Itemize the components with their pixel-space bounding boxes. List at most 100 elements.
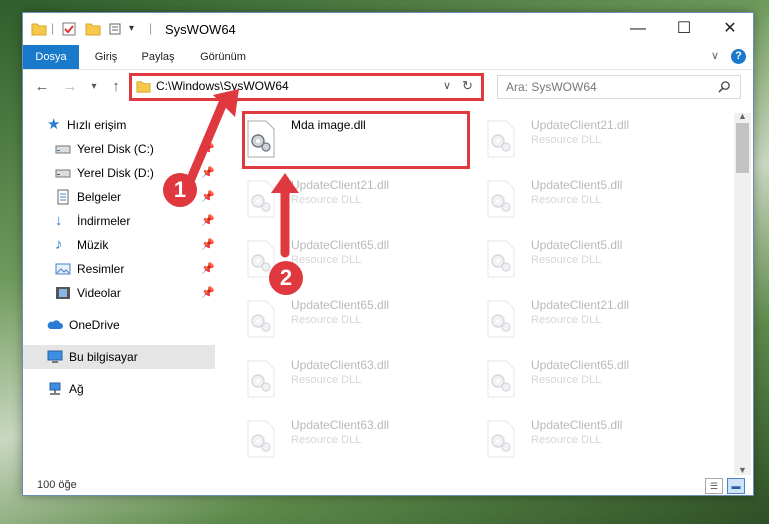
item-count: 100 öğe — [37, 479, 77, 491]
window-title: SysWOW64 — [165, 22, 236, 37]
sidebar-item-label: Belgeler — [77, 190, 122, 204]
dll-file-icon — [246, 420, 276, 458]
divider: | — [51, 21, 55, 35]
file-name: UpdateClient5.dll — [531, 238, 623, 252]
file-name: UpdateClient65.dll — [531, 358, 630, 372]
sidebar-item-label: Videolar — [77, 286, 121, 300]
search-input[interactable]: Ara: SysWOW64 — [506, 80, 597, 94]
file-type: Resource DLL — [291, 254, 362, 266]
file-name: UpdateClient21.dll — [531, 118, 630, 132]
sidebar-item-label: Müzik — [77, 238, 109, 252]
scrollbar-thumb[interactable] — [736, 123, 749, 173]
drive-icon — [55, 145, 71, 154]
documents-icon — [57, 189, 69, 205]
drive-icon — [55, 169, 71, 178]
file-type: Resource DLL — [531, 434, 602, 446]
sidebar-item-label: Hızlı erişim — [67, 118, 127, 132]
music-icon: ♪ — [55, 236, 63, 253]
new-folder-icon[interactable] — [85, 21, 101, 37]
annotation-badge-2: 2 — [269, 261, 303, 295]
folder-icon — [31, 23, 47, 36]
dll-file-icon — [486, 120, 516, 158]
sidebar-item-label: OneDrive — [69, 318, 120, 332]
sidebar-item-this-pc[interactable]: Bu bilgisayar — [23, 345, 215, 369]
sidebar-item-label: Ağ — [69, 382, 84, 396]
file-type: Resource DLL — [531, 254, 602, 266]
file-type: Resource DLL — [531, 314, 602, 326]
dll-file-icon — [486, 300, 516, 338]
file-type: Resource DLL — [531, 374, 602, 386]
sidebar-item-label: Yerel Disk (C:) — [77, 142, 154, 156]
videos-icon — [56, 287, 70, 299]
recent-locations-button[interactable]: ▾ — [85, 78, 103, 96]
search-icon[interactable] — [718, 80, 731, 93]
properties-icon[interactable] — [61, 21, 77, 37]
dll-file-icon — [246, 360, 276, 398]
dll-file-icon — [486, 240, 516, 278]
file-item[interactable]: UpdateClient65.dll Resource DLL — [476, 354, 708, 412]
network-icon — [49, 382, 61, 395]
file-name: UpdateClient21.dll — [531, 298, 630, 312]
ribbon: Dosya Giriş Paylaş Görünüm ∨ ? — [23, 45, 753, 70]
file-item[interactable]: UpdateClient5.dll Resource DLL — [476, 414, 708, 472]
file-item[interactable]: UpdateClient21.dll Resource DLL — [476, 114, 708, 172]
annotation-badge-1: 1 — [163, 173, 197, 207]
file-name: UpdateClient63.dll — [291, 418, 390, 432]
file-name: UpdateClient5.dll — [531, 178, 623, 192]
title-bar: | ▾ | SysWOW64 — ☐ ✕ — [23, 13, 753, 45]
file-item[interactable]: UpdateClient63.dll Resource DLL — [236, 414, 468, 472]
explorer-window: | ▾ | SysWOW64 — ☐ ✕ Dosya Giriş Paylaş … — [22, 12, 754, 496]
sidebar-item-network[interactable]: Ağ — [23, 377, 215, 401]
vertical-scrollbar[interactable]: ▲ ▼ — [734, 111, 751, 477]
file-name: UpdateClient5.dll — [531, 418, 623, 432]
tab-share[interactable]: Paylaş — [135, 45, 181, 69]
tab-view[interactable]: Görünüm — [193, 45, 253, 69]
computer-icon — [47, 350, 63, 363]
file-name: UpdateClient63.dll — [291, 358, 390, 372]
divider: | — [149, 21, 153, 35]
pictures-icon — [55, 263, 71, 275]
back-button[interactable]: ← — [33, 78, 51, 96]
star-icon: ★ — [47, 116, 61, 133]
tab-home[interactable]: Giriş — [85, 45, 127, 69]
help-icon[interactable]: ? — [731, 49, 746, 64]
file-item[interactable]: UpdateClient21.dll Resource DLL — [476, 294, 708, 352]
file-name: UpdateClient65.dll — [291, 238, 390, 252]
file-item[interactable]: UpdateClient5.dll Resource DLL — [476, 174, 708, 232]
up-button[interactable]: ↑ — [107, 78, 125, 96]
customize-icon[interactable] — [109, 21, 127, 37]
tab-file[interactable]: Dosya — [23, 45, 79, 69]
download-icon: ↓ — [55, 212, 63, 229]
chevron-down-icon[interactable]: ▾ — [129, 23, 134, 39]
file-type: Resource DLL — [531, 134, 602, 146]
file-type: Resource DLL — [291, 434, 362, 446]
search-box[interactable]: Ara: SysWOW64 — [497, 75, 741, 99]
file-item[interactable]: UpdateClient63.dll Resource DLL — [236, 354, 468, 412]
sidebar-item-label: İndirmeler — [77, 214, 131, 228]
file-type: Resource DLL — [531, 194, 602, 206]
minimize-button[interactable]: — — [615, 13, 661, 45]
file-name: UpdateClient21.dll — [291, 178, 390, 192]
dll-file-icon — [246, 300, 276, 338]
forward-button[interactable]: → — [61, 78, 79, 96]
chevron-down-icon[interactable]: ∨ — [711, 49, 719, 62]
close-button[interactable]: ✕ — [707, 13, 753, 45]
dll-file-icon — [486, 420, 516, 458]
file-name: UpdateClient65.dll — [291, 298, 390, 312]
sidebar-item-onedrive[interactable]: OneDrive — [23, 313, 215, 337]
sidebar-item-label: Resimler — [77, 262, 125, 276]
scroll-up-icon[interactable]: ▲ — [738, 111, 747, 121]
dll-file-icon — [486, 180, 516, 218]
status-bar: 100 öğe ☰ ▬ — [23, 475, 753, 495]
cloud-icon — [47, 320, 63, 329]
file-item[interactable]: UpdateClient5.dll Resource DLL — [476, 234, 708, 292]
scroll-down-icon[interactable]: ▼ — [738, 465, 747, 475]
file-type: Resource DLL — [291, 314, 362, 326]
tiles-view-icon[interactable]: ▬ — [727, 478, 745, 494]
sidebar-item-label: Yerel Disk (D:) — [77, 166, 154, 180]
details-view-icon[interactable]: ☰ — [705, 478, 723, 494]
file-type: Resource DLL — [291, 374, 362, 386]
sidebar-item-label: Bu bilgisayar — [69, 350, 138, 364]
maximize-button[interactable]: ☐ — [661, 13, 707, 45]
file-type: Resource DLL — [291, 194, 362, 206]
